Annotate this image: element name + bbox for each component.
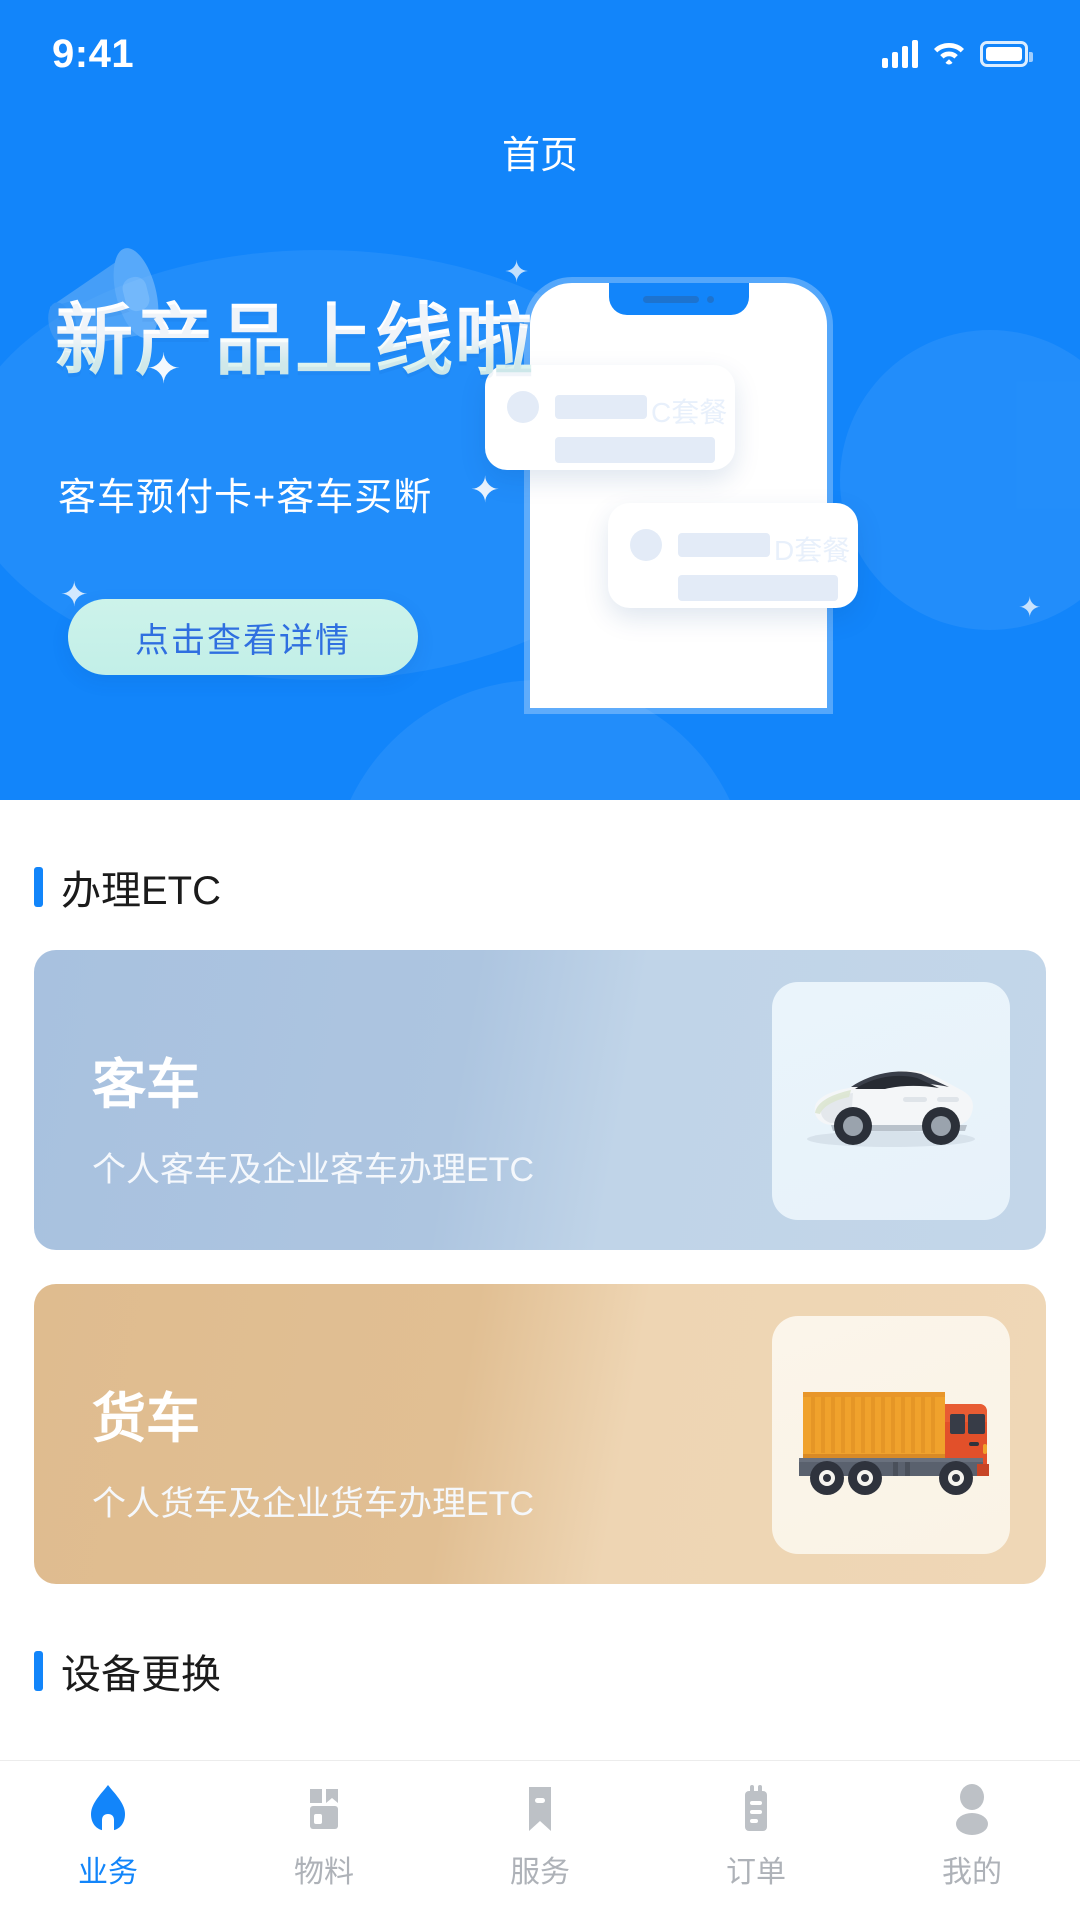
tab-service[interactable]: 服务 [432, 1781, 648, 1891]
etc-card-title: 货车 [92, 1389, 200, 1449]
phone-mockup [530, 283, 827, 708]
etc-card-bus[interactable]: 客车 个人客车及企业客车办理ETC [34, 950, 1046, 1250]
tab-label: 订单 [726, 1856, 786, 1889]
tab-materials[interactable]: 物料 [216, 1781, 432, 1891]
battery-icon [980, 41, 1033, 67]
main-content: 办理ETC 客车 个人客车及企业客车办理ETC 货车 个人货车及企业货车办理ET… [0, 800, 1080, 1920]
phone-notch [608, 283, 749, 315]
car-icon [772, 982, 1010, 1220]
page-title: 首页 [0, 108, 1080, 194]
clipboard-icon [729, 1781, 783, 1835]
etc-card-description: 个人货车及企业货车办理ETC [92, 1485, 534, 1523]
box-icon [297, 1781, 351, 1835]
banner-decor-circle-b [840, 330, 1080, 630]
tab-label: 我的 [942, 1856, 1002, 1889]
etc-card-title: 客车 [92, 1055, 200, 1115]
signal-bars-icon [882, 40, 918, 68]
status-icons [882, 39, 1033, 70]
sparkle-icon: ✦ [1018, 592, 1042, 623]
status-bar: 9:41 [0, 0, 1080, 108]
section-title: 办理ETC [61, 869, 221, 913]
truck-icon [772, 1316, 1010, 1554]
tab-label: 业务 [78, 1856, 138, 1889]
tab-label: 物料 [294, 1856, 354, 1889]
bottom-tab-bar: 业务 物料 服务 订单 我的 [0, 1760, 1080, 1920]
bookmark-icon [513, 1781, 567, 1835]
plan-label: C套餐 [651, 397, 728, 428]
tab-business[interactable]: 业务 [0, 1781, 216, 1891]
tab-mine[interactable]: 我的 [864, 1781, 1080, 1891]
section-title: 设备更换 [61, 1653, 221, 1697]
tab-orders[interactable]: 订单 [648, 1781, 864, 1891]
home-icon [81, 1781, 135, 1835]
tab-label: 服务 [510, 1856, 570, 1889]
section-accent-bar [34, 867, 43, 907]
wifi-icon [932, 39, 966, 70]
banner-subtitle: 客车预付卡+客车买断 [58, 477, 433, 519]
status-time: 9:41 [52, 31, 135, 76]
view-details-button[interactable]: 点击查看详情 [68, 599, 418, 675]
sparkle-icon: ✦ [470, 469, 501, 510]
section-header-etc: 办理ETC [34, 858, 1080, 916]
etc-card-truck[interactable]: 货车 个人货车及企业货车办理ETC [34, 1284, 1046, 1584]
person-icon [945, 1781, 999, 1835]
etc-card-description: 个人客车及企业客车办理ETC [92, 1151, 534, 1189]
mock-plan-card: D套餐 [608, 503, 858, 608]
section-accent-bar [34, 1651, 43, 1691]
banner-heading: 新产品上线啦 [55, 278, 535, 390]
section-header-device-replace: 设备更换 [34, 1642, 1080, 1700]
plan-label: D套餐 [774, 535, 851, 566]
